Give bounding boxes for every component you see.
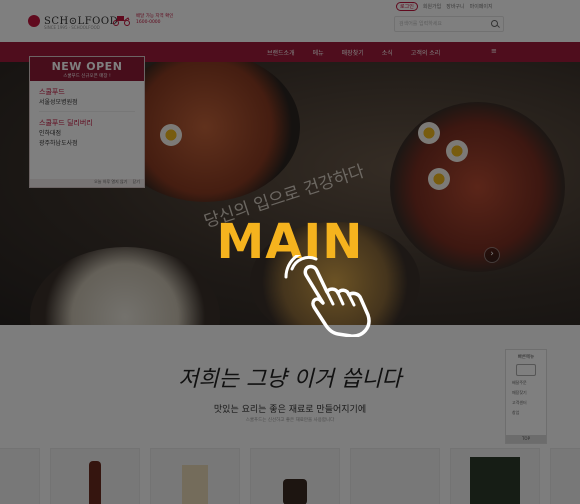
page: SCH⊙LFOOD SINCE 1995 · SCHOOLFOOD 배달 가능 …: [0, 0, 580, 504]
pointing-hand-icon[interactable]: [282, 255, 378, 337]
dim-overlay[interactable]: MAIN: [0, 0, 580, 504]
